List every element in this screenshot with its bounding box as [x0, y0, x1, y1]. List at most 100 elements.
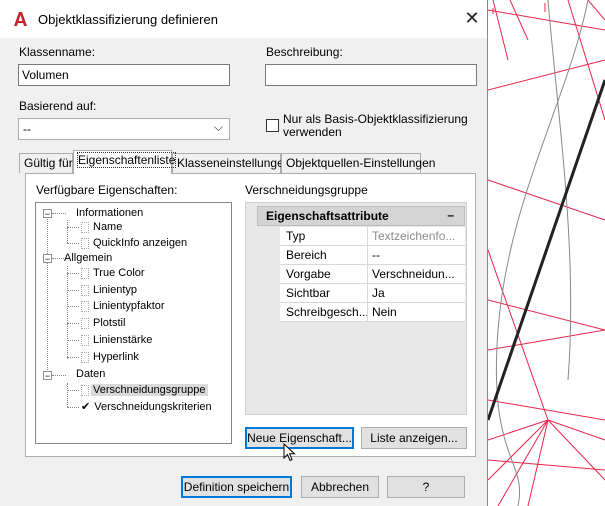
tree-group-allgemein[interactable]: Allgemein	[62, 251, 114, 265]
close-icon[interactable]: ✕	[462, 8, 482, 28]
tree-connector	[52, 375, 66, 376]
checkbox-icon	[81, 237, 89, 249]
base-only-label: Nur als Basis-Objektklassifizierung verw…	[283, 113, 468, 139]
attribute-key: Bereich	[286, 248, 327, 262]
checkbox-icon	[81, 334, 89, 346]
new-property-button[interactable]: Neue Eigenschaft...	[245, 427, 354, 449]
tree-item-label: Hyperlink	[93, 351, 139, 363]
collapse-icon[interactable]: –	[447, 208, 454, 222]
show-list-button[interactable]: Liste anzeigen...	[361, 427, 467, 449]
collapse-icon[interactable]: −	[43, 254, 52, 264]
tree-group-label: Informationen	[76, 207, 144, 219]
dialog-window: Objektklassifizierung definieren ✕ Klass…	[0, 0, 488, 506]
tree-item-linienstaerke[interactable]: Linienstärke	[81, 333, 154, 347]
tree-connector	[67, 340, 79, 341]
tree-item-label: Linientypfaktor	[93, 300, 165, 312]
attribute-value: --	[372, 248, 380, 262]
cad-drawing-background	[488, 0, 605, 506]
help-button[interactable]: ?	[387, 476, 465, 498]
attribute-key: Vorgabe	[286, 267, 331, 281]
attribute-key: Schreibgesch...	[286, 305, 369, 319]
checkbox-icon	[81, 300, 89, 312]
tree-connector	[67, 227, 79, 228]
title-bar[interactable]: Objektklassifizierung definieren ✕	[0, 0, 487, 38]
tree-item-label: True Color	[93, 267, 145, 279]
tab-eigenschaftenliste[interactable]: Eigenschaftenliste	[73, 150, 177, 174]
autocad-logo-icon	[14, 12, 27, 26]
attribute-value: Nein	[372, 305, 397, 319]
checkbox-icon	[81, 221, 89, 233]
tab-objektquellen-einstellungen[interactable]: Objektquellen-Einstellungen	[281, 153, 435, 173]
attribute-value: Ja	[372, 286, 385, 300]
attribute-value: Textzeichenfo...	[372, 229, 456, 243]
tree-connector	[67, 383, 68, 407]
mouse-cursor-icon	[283, 443, 296, 462]
tree-connector	[67, 273, 79, 274]
description-input[interactable]	[265, 64, 477, 86]
checkbox-icon	[81, 284, 89, 296]
tree-item-plotstil[interactable]: Plotstil	[81, 316, 127, 330]
tree-item-label: Verschneidungskriterien	[94, 401, 212, 413]
tree-item-label: QuickInfo anzeigen	[93, 237, 188, 249]
tree-connector	[67, 323, 79, 324]
attribute-row-typ[interactable]: Typ Textzeichenfo...	[280, 227, 465, 246]
tree-group-daten[interactable]: Daten	[74, 367, 107, 381]
checkbox-icon	[81, 384, 89, 396]
attribute-value: Verschneidun...	[372, 267, 455, 281]
tree-connector	[67, 390, 79, 391]
attribute-row-vorgabe[interactable]: Vorgabe Verschneidun...	[280, 265, 465, 284]
cancel-button[interactable]: Abbrechen	[301, 476, 379, 498]
checkbox-icon	[81, 351, 89, 363]
tree-item-hyperlink[interactable]: Hyperlink	[81, 350, 141, 364]
tree-item-name[interactable]: Name	[81, 220, 124, 234]
tree-item-label: Verschneidungsgruppe	[91, 384, 208, 396]
tree-connector	[67, 306, 79, 307]
tree-group-label: Allgemein	[64, 252, 113, 264]
checkbox-icon	[81, 267, 89, 279]
property-attributes-title: Eigenschaftsattribute	[266, 209, 389, 223]
base-only-label-line2: verwenden	[283, 125, 342, 139]
based-on-label: Basierend auf:	[19, 99, 97, 113]
chevron-down-icon: ⌵	[213, 120, 223, 134]
selected-property-label: Verschneidungsgruppe	[245, 183, 368, 197]
tree-connector	[67, 407, 79, 408]
tree-item-linientyp[interactable]: Linientyp	[81, 283, 139, 297]
tab-klasseneinstellungen[interactable]: Klasseneinstellungen	[172, 153, 290, 173]
available-properties-label: Verfügbare Eigenschaften:	[36, 183, 178, 197]
tree-connector	[67, 357, 79, 358]
tree-item-verschneidungskriterien[interactable]: ✔ Verschneidungskriterien	[81, 400, 214, 414]
tree-item-truecolor[interactable]: True Color	[81, 266, 147, 280]
base-only-checkbox[interactable]	[266, 119, 279, 132]
collapse-icon[interactable]: −	[43, 209, 52, 219]
attribute-key: Sichtbar	[286, 286, 331, 300]
tree-group-label: Daten	[76, 368, 106, 380]
tree-connector	[67, 243, 79, 244]
based-on-value: --	[23, 122, 31, 136]
tree-item-verschneidungsgruppe[interactable]: Verschneidungsgruppe	[81, 383, 208, 397]
save-definition-button[interactable]: Definition speichern	[181, 476, 292, 498]
tree-connector	[67, 290, 79, 291]
checkmark-icon: ✔	[81, 401, 91, 413]
attribute-row-schreibgeschuetzt[interactable]: Schreibgesch... Nein	[280, 303, 465, 322]
based-on-dropdown[interactable]: -- ⌵	[18, 118, 230, 140]
tree-item-linientypfaktor[interactable]: Linientypfaktor	[81, 299, 167, 313]
tree-connector	[67, 266, 68, 359]
tab-eigenschaftenliste-label: Eigenschaftenliste	[76, 152, 177, 168]
attribute-row-sichtbar[interactable]: Sichtbar Ja	[280, 284, 465, 303]
checkbox-icon	[81, 317, 89, 329]
collapse-icon[interactable]: −	[43, 371, 52, 381]
window-title: Objektklassifizierung definieren	[38, 12, 218, 27]
tree-connector	[52, 213, 66, 214]
tree-connector	[67, 220, 68, 243]
description-label: Beschreibung:	[266, 45, 343, 59]
tab-gueltig-fuer[interactable]: Gültig für	[19, 153, 73, 173]
tree-connector	[47, 213, 48, 376]
tree-group-informationen[interactable]: Informationen	[74, 206, 145, 220]
property-attributes-header[interactable]: Eigenschaftsattribute –	[257, 206, 465, 226]
attribute-key: Typ	[286, 229, 306, 243]
tree-item-label: Linientyp	[93, 284, 138, 296]
tree-item-quickinfo[interactable]: QuickInfo anzeigen	[81, 236, 189, 250]
class-name-input[interactable]: Volumen	[18, 64, 230, 86]
attribute-row-bereich[interactable]: Bereich --	[280, 246, 465, 265]
class-name-label: Klassenname:	[19, 45, 96, 59]
